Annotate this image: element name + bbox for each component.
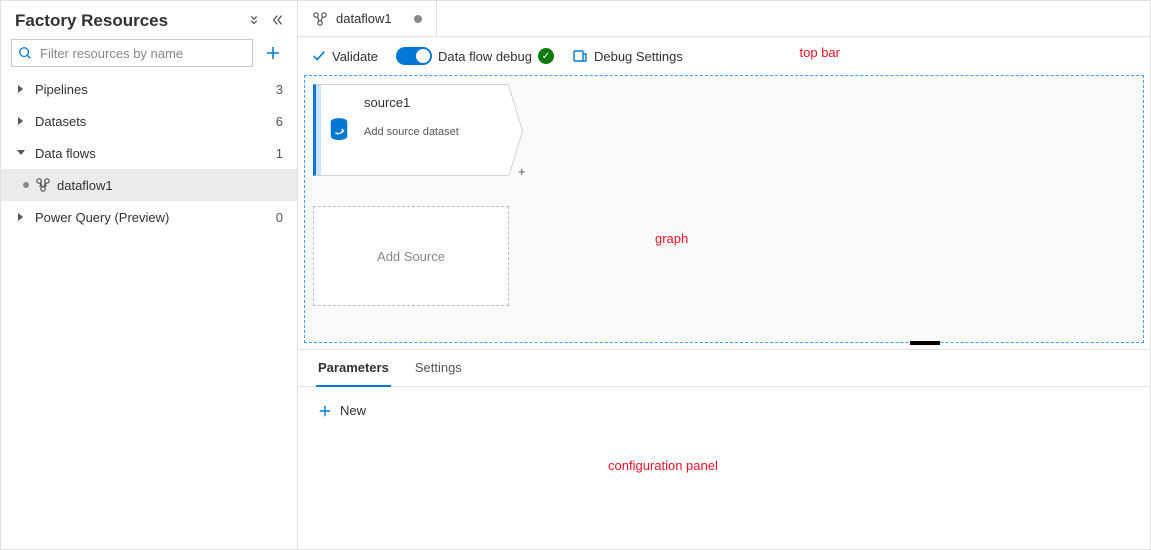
resource-tree: Pipelines 3 Datasets 6 Data flows 1 data… [1,73,297,549]
tree-label: Pipelines [35,82,276,97]
tree-item-pipelines[interactable]: Pipelines 3 [1,73,297,105]
add-source-box[interactable]: Add Source [313,206,509,306]
validate-label: Validate [332,49,378,64]
debug-toggle-group: Data flow debug ✓ [396,47,554,65]
tab-dataflow1[interactable]: dataflow1 [298,1,437,36]
config-panel: Parameters Settings New configuration pa… [298,349,1150,549]
annotation-top-bar: top bar [800,45,840,60]
config-tab-parameters[interactable]: Parameters [316,360,391,387]
collapse-panel-icon[interactable] [271,13,285,30]
add-source-label: Add Source [377,249,445,264]
tree-label: Datasets [35,114,276,129]
source-node-title: source1 [364,95,500,110]
search-input[interactable] [38,45,246,62]
source-node-body: source1 Add source dataset [356,85,508,175]
source-node[interactable]: source1 Add source dataset [313,84,509,176]
check-icon [312,49,326,63]
expand-all-icon[interactable] [247,13,261,30]
dirty-dot-icon [23,182,29,188]
new-label: New [340,403,366,418]
tree-item-dataflows[interactable]: Data flows 1 [1,137,297,169]
config-body: New [298,387,1150,437]
dataflow-icon [35,177,51,193]
caret-right-icon [15,213,27,221]
caret-down-icon [15,149,27,157]
annotation-config-panel: configuration panel [608,458,718,473]
database-icon [328,117,350,143]
tree-label: Power Query (Preview) [35,210,276,225]
debug-settings-icon [572,48,588,64]
sidebar-header: Factory Resources [1,1,297,39]
tree-count: 3 [276,82,283,97]
add-resource-button[interactable] [259,39,287,67]
status-ok-icon: ✓ [538,48,554,64]
new-parameter-button[interactable]: New [318,403,366,418]
debug-settings-button[interactable]: Debug Settings [572,48,683,64]
caret-right-icon [15,85,27,93]
config-tabs: Parameters Settings [298,350,1150,387]
caret-right-icon [15,117,27,125]
tree-count: 1 [276,146,283,161]
debug-settings-label: Debug Settings [594,49,683,64]
tree-item-powerquery[interactable]: Power Query (Preview) 0 [1,201,297,233]
config-tab-settings[interactable]: Settings [413,360,464,386]
plus-icon [318,404,332,418]
splitter-handle-icon [910,341,940,345]
tree-count: 0 [276,210,283,225]
main-area: dataflow1 Validate Data flow debug ✓ Deb… [298,1,1150,549]
graph-canvas[interactable]: source1 Add source dataset + Add Source … [304,75,1144,343]
app-root: Factory Resources Pipelines [0,0,1151,550]
sidebar: Factory Resources Pipelines [1,1,298,549]
tab-bar: dataflow1 [298,1,1150,37]
action-bar: Validate Data flow debug ✓ Debug Setting… [298,37,1150,75]
tab-label: dataflow1 [336,11,392,26]
tree-item-dataflow1[interactable]: dataflow1 [1,169,297,201]
annotation-graph: graph [655,231,688,246]
tree-child-label: dataflow1 [57,178,113,193]
sidebar-title: Factory Resources [15,11,168,31]
debug-label: Data flow debug [438,49,532,64]
dataflow-icon [312,11,328,27]
search-icon [18,46,32,60]
search-row [1,39,297,73]
source-node-subtitle: Add source dataset [364,126,500,138]
tree-item-datasets[interactable]: Datasets 6 [1,105,297,137]
tree-count: 6 [276,114,283,129]
add-transform-button[interactable]: + [518,164,526,179]
dirty-dot-icon [414,15,422,23]
search-box[interactable] [11,39,253,67]
validate-button[interactable]: Validate [312,49,378,64]
tree-label: Data flows [35,146,276,161]
debug-toggle[interactable] [396,47,432,65]
source-node-icon-col [316,85,356,175]
